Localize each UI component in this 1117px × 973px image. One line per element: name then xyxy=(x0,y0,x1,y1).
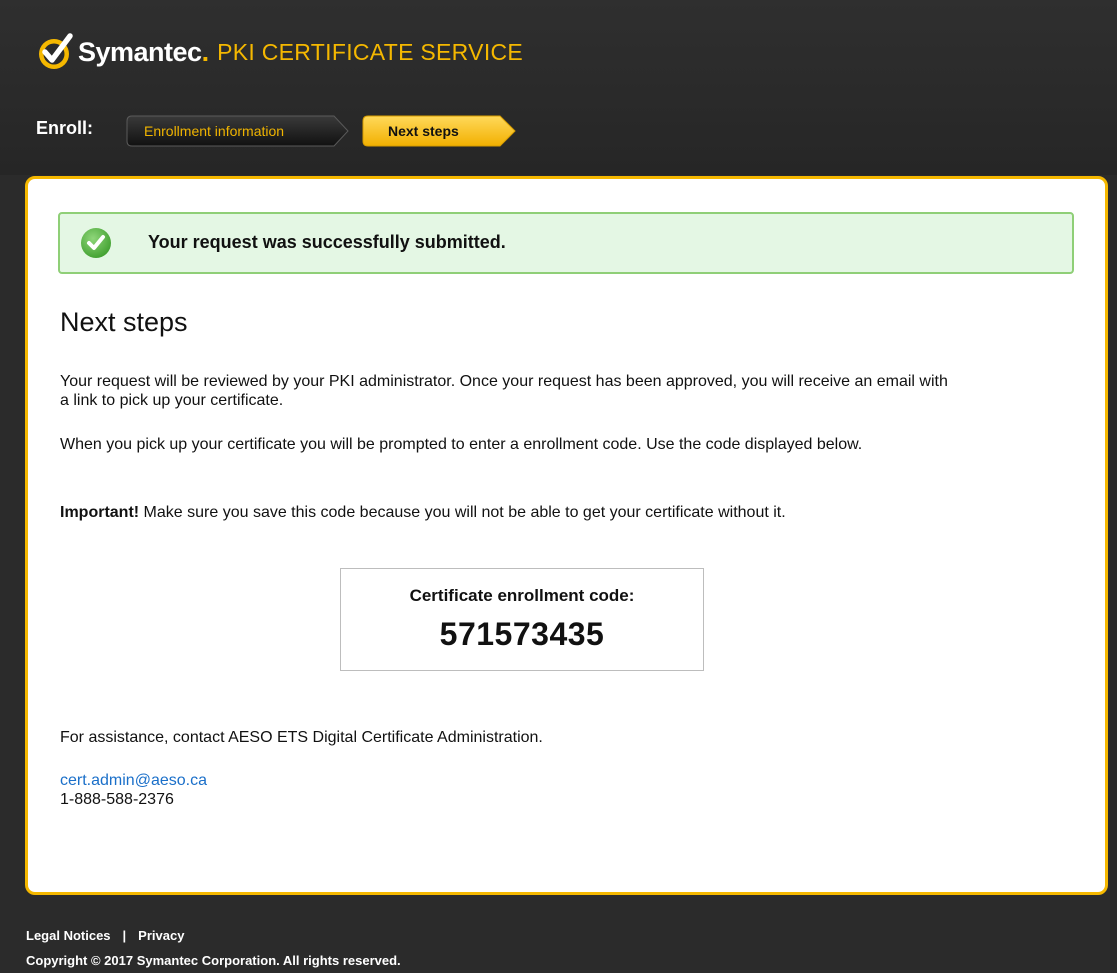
enrollment-code-value: 571573435 xyxy=(439,616,605,652)
enrollment-code-box: Certificate enrollment code: 571573435 xyxy=(340,568,704,671)
privacy-link[interactable]: Privacy xyxy=(138,928,184,943)
symantec-logo: Symantec . PKI CERTIFICATE SERVICE xyxy=(36,30,523,74)
copyright-text: Copyright © 2017 Symantec Corporation. A… xyxy=(26,953,401,968)
header: Symantec . PKI CERTIFICATE SERVICE Enrol… xyxy=(0,0,1117,175)
page: Symantec . PKI CERTIFICATE SERVICE Enrol… xyxy=(0,0,1117,973)
service-name: PKI CERTIFICATE SERVICE xyxy=(217,38,524,65)
code-paragraph: When you pick up your certificate you wi… xyxy=(60,436,863,453)
step-label: Next steps xyxy=(388,123,459,139)
success-banner: Your request was successfully submitted. xyxy=(58,212,1074,274)
important-label: Important! xyxy=(60,504,140,521)
admin-email-link[interactable]: cert.admin@aeso.ca xyxy=(60,772,207,790)
legal-notices-link[interactable]: Legal Notices xyxy=(26,928,111,943)
page-heading: Next steps xyxy=(60,307,188,337)
check-circle-icon xyxy=(80,227,112,259)
admin-phone: 1-888-588-2376 xyxy=(60,791,174,808)
enroll-label: Enroll: xyxy=(36,118,93,138)
step-label: Enrollment information xyxy=(144,123,285,139)
footer-separator: | xyxy=(122,928,127,943)
step-enrollment-information[interactable]: Enrollment information xyxy=(126,115,350,147)
footer-links: Legal Notices | Privacy xyxy=(26,928,184,943)
content-card: Your request was successfully submitted.… xyxy=(25,176,1108,895)
step-next-steps[interactable]: Next steps xyxy=(362,115,517,147)
brand-dot: . xyxy=(201,36,210,67)
success-message: Your request was successfully submitted. xyxy=(148,232,506,252)
enrollment-code-label: Certificate enrollment code: xyxy=(409,586,635,605)
assistance-text: For assistance, contact AESO ETS Digital… xyxy=(60,729,543,746)
important-text: Make sure you save this code because you… xyxy=(139,504,786,521)
brand-name: Symantec xyxy=(78,36,202,67)
review-paragraph: Your request will be reviewed by your PK… xyxy=(60,373,948,409)
checkmark-logo-icon xyxy=(36,32,76,72)
important-paragraph: Important! Make sure you save this code … xyxy=(60,503,950,522)
